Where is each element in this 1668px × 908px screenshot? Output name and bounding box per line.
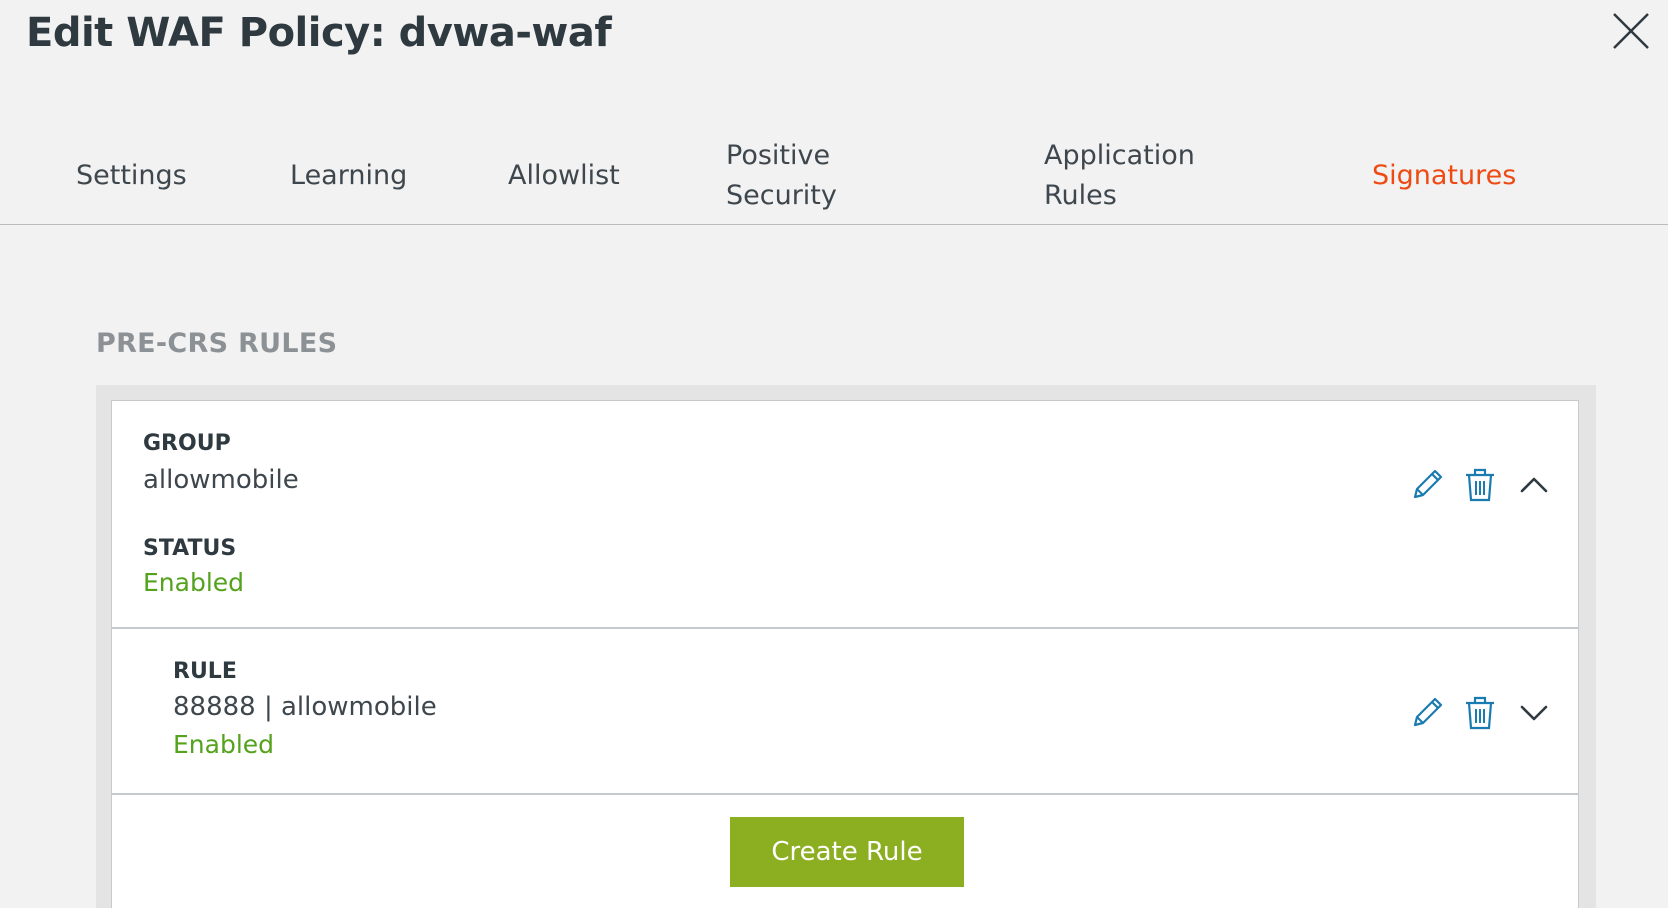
tab-label: Allowlist bbox=[508, 160, 620, 191]
tab-label: Learning bbox=[290, 160, 408, 191]
tab-label: Settings bbox=[76, 160, 187, 191]
tab-settings[interactable]: Settings bbox=[76, 156, 187, 196]
status-label: STATUS bbox=[143, 536, 237, 561]
tab-learning[interactable]: Learning bbox=[290, 156, 407, 196]
close-icon[interactable] bbox=[1612, 12, 1650, 50]
tab-application-rules[interactable]: Application Rules bbox=[1044, 136, 1195, 216]
tab-label: Rules bbox=[1044, 180, 1117, 211]
policy-tabs: Settings Learning Allowlist Positive Sec… bbox=[0, 110, 1668, 225]
group-name: allowmobile bbox=[143, 465, 299, 495]
edit-waf-policy-modal: Edit WAF Policy: dvwa-waf Settings Learn… bbox=[0, 0, 1668, 908]
modal-title: Edit WAF Policy: dvwa-waf bbox=[26, 10, 612, 56]
create-rule-button[interactable]: Create Rule bbox=[730, 817, 964, 887]
group-card: GROUP allowmobile STATUS Enabled bbox=[111, 400, 1579, 628]
tab-signatures[interactable]: Signatures bbox=[1372, 156, 1516, 196]
create-rule-footer: Create Rule bbox=[111, 794, 1579, 908]
rule-label: RULE bbox=[173, 659, 237, 684]
section-title: PRE-CRS RULES bbox=[96, 328, 338, 359]
tab-label: Signatures bbox=[1372, 160, 1517, 191]
trash-icon[interactable] bbox=[1460, 465, 1500, 505]
rule-status-value: Enabled bbox=[173, 730, 275, 759]
tab-allowlist[interactable]: Allowlist bbox=[508, 156, 620, 196]
chevron-down-icon[interactable] bbox=[1514, 693, 1554, 733]
tab-label: Security bbox=[726, 180, 837, 211]
pencil-icon[interactable] bbox=[1407, 465, 1447, 505]
trash-icon[interactable] bbox=[1460, 693, 1500, 733]
rule-value: 88888 | allowmobile bbox=[173, 692, 437, 722]
group-label: GROUP bbox=[143, 431, 231, 456]
tab-positive-security[interactable]: Positive Security bbox=[726, 136, 837, 216]
group-status-value: Enabled bbox=[143, 568, 245, 597]
pencil-icon[interactable] bbox=[1407, 693, 1447, 733]
rules-panel: GROUP allowmobile STATUS Enabled RULE 88… bbox=[96, 385, 1596, 908]
tab-label: Application bbox=[1044, 140, 1195, 171]
rule-card: RULE 88888 | allowmobile Enabled bbox=[111, 628, 1579, 794]
tab-label: Positive bbox=[726, 140, 831, 171]
chevron-up-icon[interactable] bbox=[1514, 465, 1554, 505]
